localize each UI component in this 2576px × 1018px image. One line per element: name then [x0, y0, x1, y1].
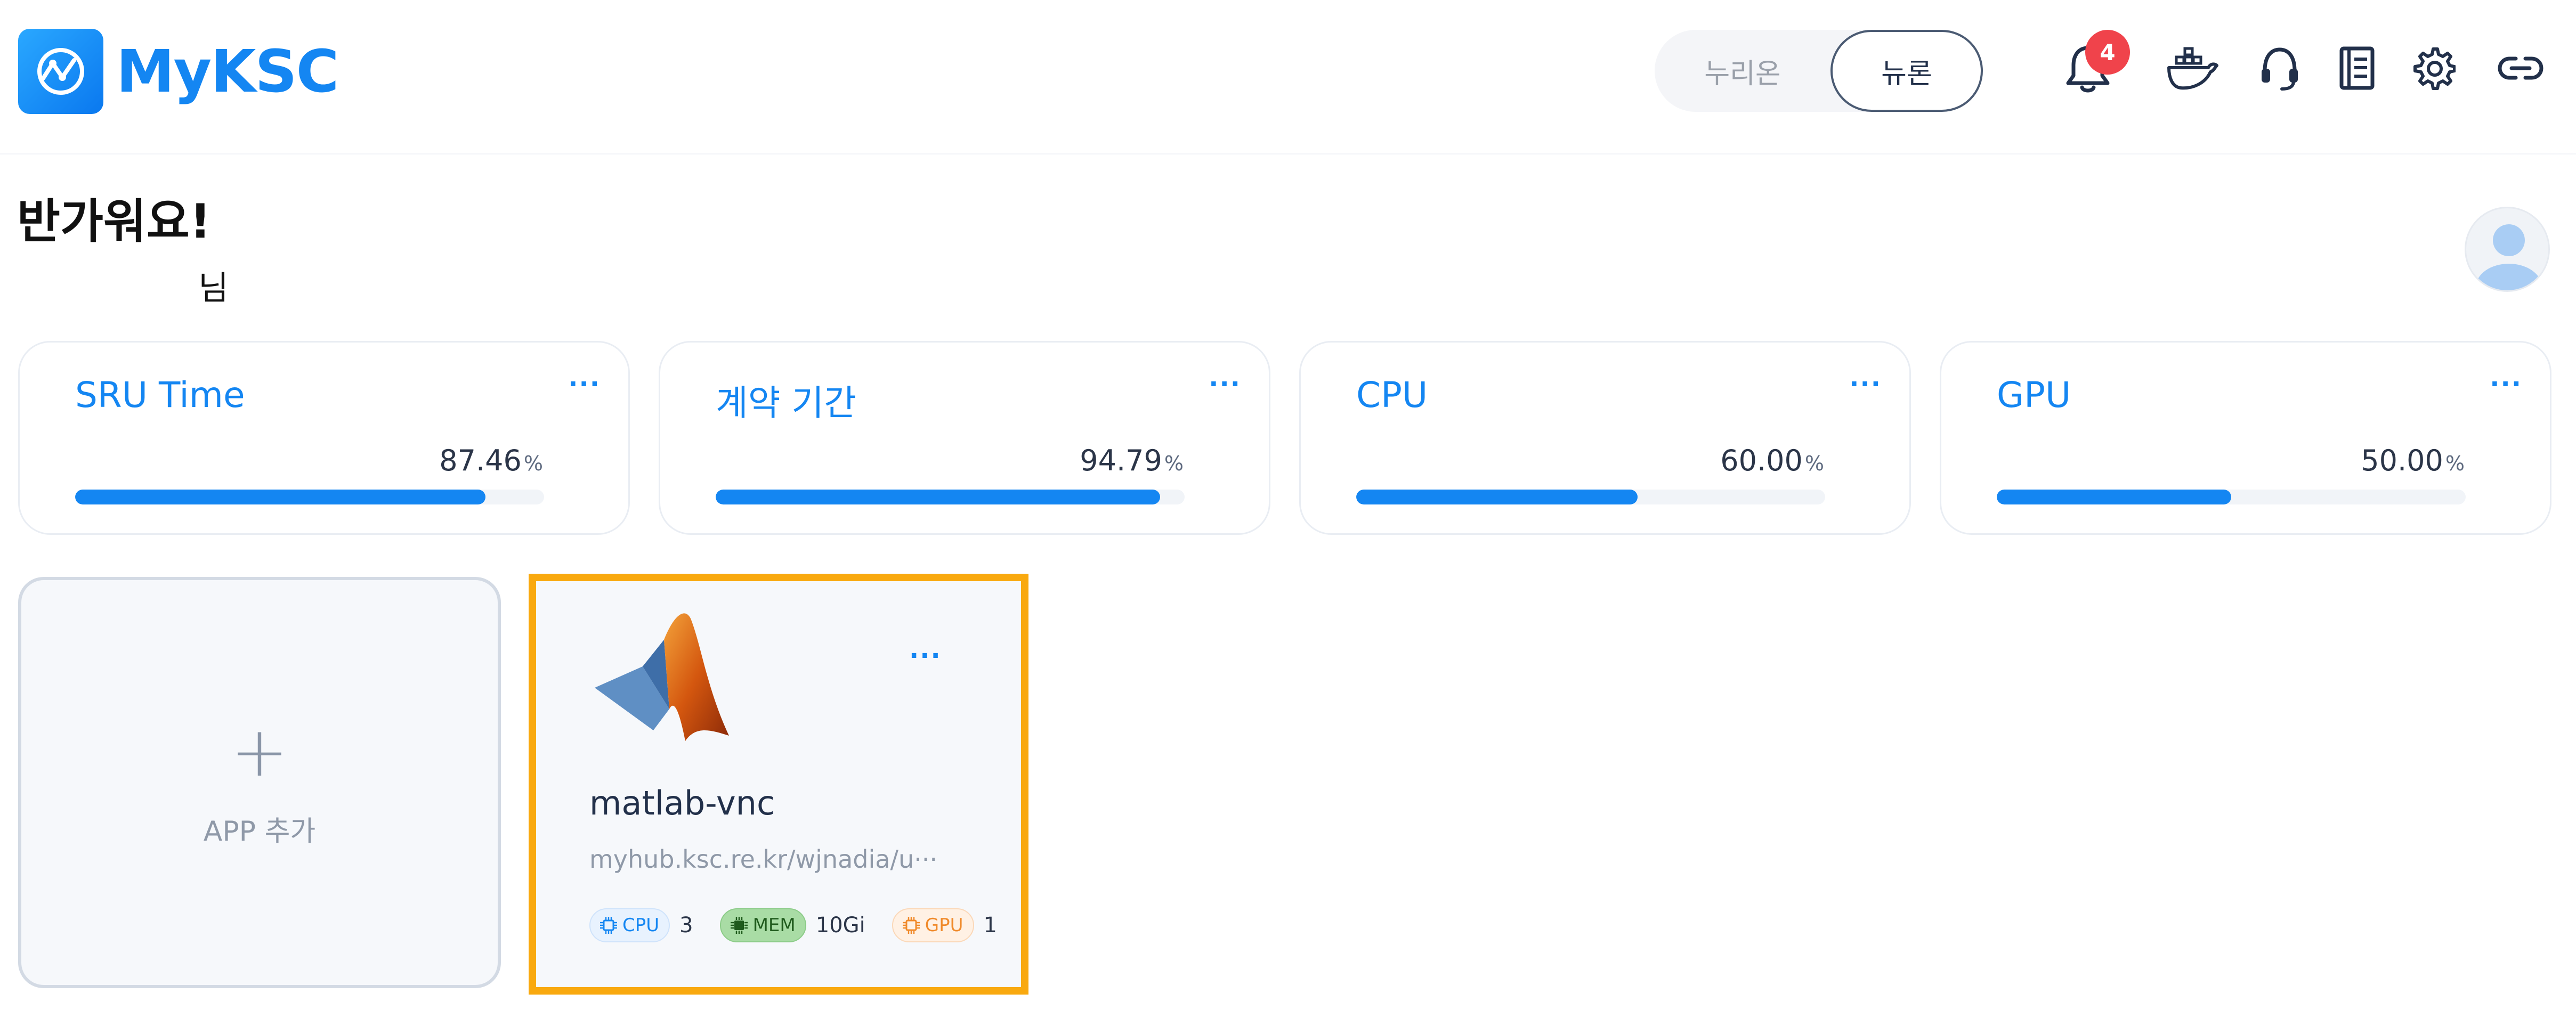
stat-title: CPU	[1356, 374, 1428, 416]
docker-icon[interactable]	[2160, 36, 2224, 100]
stat-title: GPU	[1997, 374, 2071, 416]
headset-icon[interactable]	[2248, 36, 2312, 100]
stat-value: 50.00%	[2361, 444, 2465, 477]
app-name: matlab-vnc	[589, 784, 775, 822]
progress-bar	[1356, 490, 1825, 504]
add-app-button[interactable]: + APP 추가	[18, 577, 501, 988]
progress-bar	[716, 490, 1185, 504]
gpu-value: 1	[983, 913, 997, 938]
avatar[interactable]	[2465, 207, 2550, 292]
stat-title: SRU Time	[75, 374, 245, 416]
progress-fill	[75, 490, 485, 504]
gear-icon[interactable]	[2401, 36, 2465, 100]
progress-bar	[1997, 490, 2466, 504]
notebook-icon[interactable]	[2324, 36, 2388, 100]
mem-value: 10Gi	[815, 913, 865, 938]
progress-bar	[75, 490, 544, 504]
stat-card-contract-period: 계약 기간 ··· 94.79%	[659, 341, 1270, 535]
toggle-neuron[interactable]: 뉴론	[1830, 30, 1983, 112]
notification-badge: 4	[2085, 30, 2130, 75]
add-app-label: APP 추가	[203, 815, 316, 848]
app-card-matlab-vnc[interactable]: ··· matlab-vnc myhub.ksc.re.kr/wjnadia/u…	[529, 574, 1028, 995]
progress-fill	[1997, 490, 2231, 504]
app-url: myhub.ksc.re.kr/wjnadia/u···	[589, 845, 937, 874]
gpu-chip: GPU	[892, 908, 974, 942]
logo-text: MyKSC	[116, 37, 339, 105]
more-button[interactable]: ···	[2490, 369, 2522, 399]
stat-value: 94.79%	[1080, 444, 1184, 477]
more-button[interactable]: ···	[909, 641, 942, 671]
toggle-nurion[interactable]: 누리온	[1655, 30, 1830, 112]
mem-chip: MEM	[719, 908, 806, 942]
chip-icon	[600, 917, 617, 934]
stat-value: 87.46%	[439, 444, 543, 477]
more-button[interactable]: ···	[1849, 369, 1882, 399]
stat-title: 계약 기간	[716, 382, 856, 424]
link-icon[interactable]	[2489, 36, 2553, 100]
greeting-title: 반가워요!	[17, 194, 211, 249]
chip-icon	[902, 917, 920, 934]
cpu-chip: CPU	[589, 908, 670, 942]
top-header: MyKSC 누리온 뉴론 4	[0, 0, 2576, 154]
progress-fill	[716, 490, 1161, 504]
plus-icon: +	[230, 711, 289, 792]
cpu-value: 3	[679, 913, 693, 938]
stat-card-gpu: GPU ··· 50.00%	[1940, 341, 2551, 535]
stat-value: 60.00%	[1720, 444, 1824, 477]
progress-fill	[1356, 490, 1638, 504]
user-icon	[2476, 224, 2542, 290]
greeting-name: 님	[198, 268, 229, 307]
more-button[interactable]: ···	[568, 369, 601, 399]
more-button[interactable]: ···	[1209, 369, 1241, 399]
resource-chips: CPU 3 MEM 10Gi GPU 1	[589, 908, 1024, 942]
system-toggle: 누리온 뉴론	[1655, 30, 1983, 112]
stat-card-sru-time: SRU Time ··· 87.46%	[18, 341, 630, 535]
stat-card-cpu: CPU ··· 60.00%	[1299, 341, 1911, 535]
logo-icon	[18, 29, 103, 114]
chip-icon	[730, 917, 748, 934]
matlab-logo-icon	[589, 608, 739, 752]
myksc-logo[interactable]: MyKSC	[18, 29, 339, 114]
